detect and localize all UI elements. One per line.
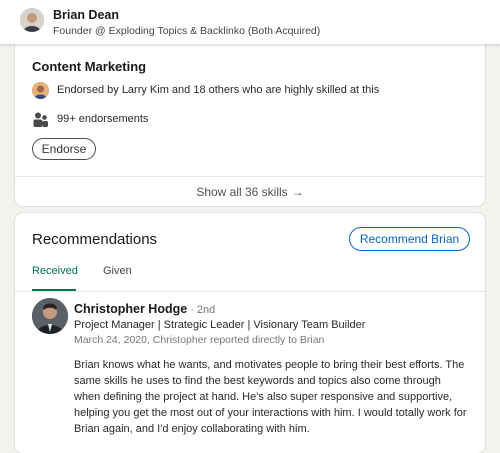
profile-avatar[interactable] — [20, 8, 44, 32]
profile-name: Brian Dean — [53, 8, 119, 22]
recommendation-meta: March 24, 2020, Christopher reported dir… — [74, 334, 325, 346]
people-icon — [32, 111, 49, 128]
endorser-avatar — [32, 81, 49, 99]
tabs-divider — [15, 291, 485, 292]
connection-degree: · 2nd — [190, 304, 216, 316]
show-all-skills-link[interactable]: Show all 36 skills → — [15, 177, 485, 206]
recommender-name: Christopher Hodge — [74, 302, 188, 316]
sticky-profile-bar: Brian Dean Founder @ Exploding Topics & … — [0, 0, 500, 44]
show-all-skills-label: Show all 36 skills — [196, 184, 288, 199]
endorsement-count: 99+ endorsements — [57, 113, 149, 125]
recommendations-card: Recommendations Recommend Brian Received… — [15, 213, 485, 453]
recommender-headline: Project Manager | Strategic Leader | Vis… — [74, 319, 366, 331]
tab-given[interactable]: Given — [103, 265, 132, 291]
recommendation-text: Brian knows what he wants, and motivates… — [74, 359, 467, 435]
recommendations-tabs: Received Given — [15, 257, 485, 291]
tab-received[interactable]: Received — [32, 265, 78, 291]
recommender-avatar[interactable] — [32, 298, 68, 334]
skill-name[interactable]: Content Marketing — [32, 59, 146, 74]
recommender-name-line[interactable]: Christopher Hodge · 2nd — [74, 302, 215, 316]
skills-card: Content Marketing Endorsed by Larry Kim … — [15, 36, 485, 206]
endorsed-by-row[interactable]: Endorsed by Larry Kim and 18 others who … — [32, 80, 379, 100]
recommend-button[interactable]: Recommend Brian — [349, 227, 470, 251]
arrow-right-icon: → — [291, 184, 304, 199]
recommendations-title: Recommendations — [32, 231, 158, 248]
endorse-button[interactable]: Endorse — [32, 138, 96, 160]
profile-headline: Founder @ Exploding Topics & Backlinko (… — [53, 25, 321, 37]
endorsed-by-text: Endorsed by Larry Kim and 18 others who … — [57, 84, 380, 96]
endorsement-count-row[interactable]: 99+ endorsements — [32, 109, 148, 129]
